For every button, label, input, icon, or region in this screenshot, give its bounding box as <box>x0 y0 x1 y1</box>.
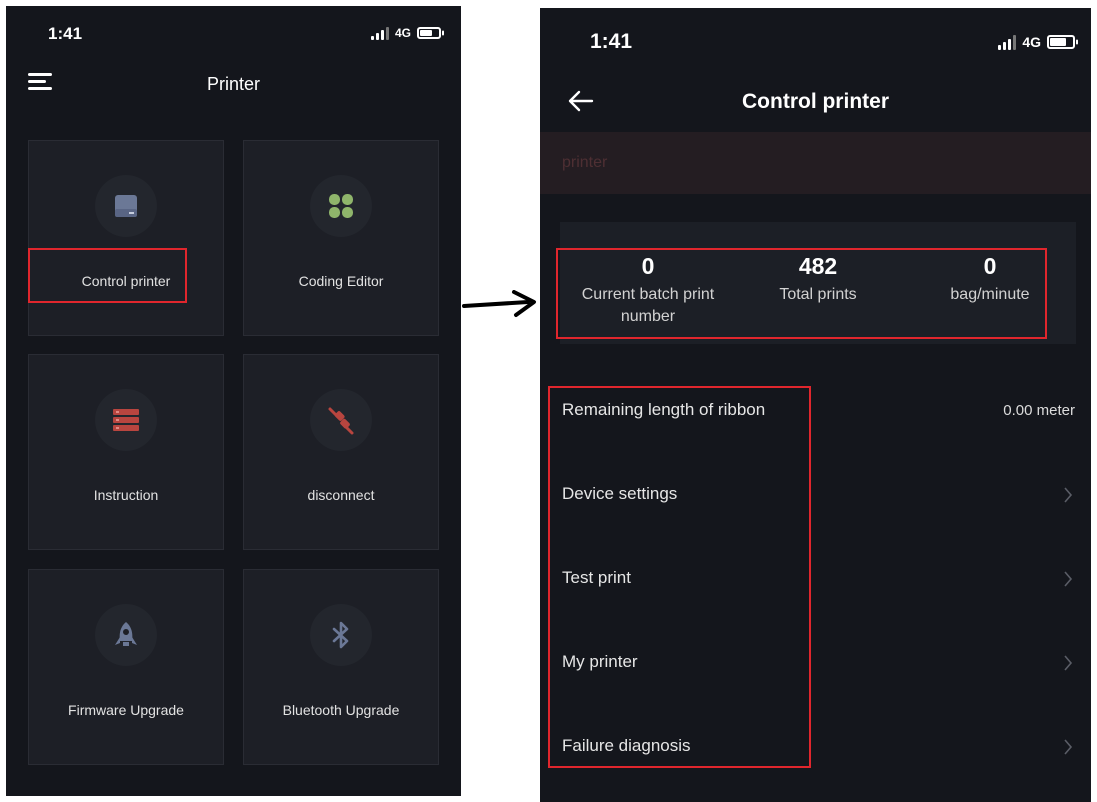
printer-home-screen: 1:41 4G Printer Control printer Coding E… <box>6 6 461 796</box>
battery-icon <box>417 27 444 39</box>
menu-label: Device settings <box>562 484 678 503</box>
page-title: Control printer <box>742 90 889 113</box>
tile-control-printer[interactable]: Control printer <box>28 140 224 336</box>
tile-coding-editor[interactable]: Coding Editor <box>243 140 439 336</box>
stat-value: 0 <box>983 253 997 279</box>
status-time: 1:41 <box>590 30 633 53</box>
menu-row-test-print[interactable]: Test print <box>540 538 1091 622</box>
stat-label: bag/minute <box>950 286 1030 303</box>
tile-firmware-upgrade[interactable]: Firmware Upgrade <box>28 569 224 765</box>
menu-label: Failure diagnosis <box>562 736 691 755</box>
tile-instruction[interactable]: Instruction <box>28 354 224 550</box>
tile-label: Instruction <box>93 487 159 503</box>
tile-label: Bluetooth Upgrade <box>282 702 400 718</box>
app-header: Control printer <box>540 80 1091 128</box>
menu-label: Remaining length of ribbon <box>562 400 766 419</box>
bluetooth-icon <box>310 604 372 666</box>
menu-row-ribbon-length: Remaining length of ribbon 0.00 meter <box>540 370 1091 454</box>
network-type: 4G <box>394 26 411 40</box>
list-icon <box>95 389 157 451</box>
battery-icon <box>1047 35 1078 49</box>
menu-row-device-settings[interactable]: Device settings <box>540 454 1091 538</box>
printer-name-bar[interactable]: printer <box>540 132 1091 194</box>
stat-value: 0 <box>641 253 655 279</box>
status-indicators: 4G <box>998 34 1078 50</box>
status-bar: 1:41 4G <box>6 6 461 62</box>
ribbon-length-value: 0.00 meter <box>1003 402 1075 419</box>
signal-icon <box>370 26 389 40</box>
stat-total-prints: 482 Total prints <box>736 252 900 306</box>
status-indicators: 4G <box>370 26 444 40</box>
control-printer-screen: 1:41 4G Control printer printer 0 Curren… <box>540 8 1091 802</box>
stat-label: Total prints <box>779 286 857 303</box>
chevron-right-icon <box>1064 487 1073 503</box>
stat-bags-per-minute: 0 bag/minute <box>922 252 1058 306</box>
chevron-right-icon <box>1064 655 1073 671</box>
stat-value: 482 <box>798 253 838 279</box>
tile-bluetooth-upgrade[interactable]: Bluetooth Upgrade <box>243 569 439 765</box>
rocket-icon <box>95 604 157 666</box>
tile-label: disconnect <box>307 487 375 503</box>
stat-label: Current batch print number <box>581 286 715 325</box>
signal-icon <box>998 34 1017 50</box>
app-header: Printer <box>6 62 461 118</box>
arrow-right-icon <box>462 290 536 317</box>
network-type: 4G <box>1022 34 1041 50</box>
tile-label: Control printer <box>81 273 171 289</box>
stat-current-batch: 0 Current batch print number <box>560 252 736 328</box>
tile-disconnect[interactable]: disconnect <box>243 354 439 550</box>
plug-icon <box>310 389 372 451</box>
chevron-right-icon <box>1064 739 1073 755</box>
printer-icon <box>95 175 157 237</box>
grid-icon <box>310 175 372 237</box>
menu-row-failure-diagnosis[interactable]: Failure diagnosis <box>540 706 1091 790</box>
tile-label: Firmware Upgrade <box>68 702 184 718</box>
chevron-right-icon <box>1064 571 1073 587</box>
status-bar: 1:41 4G <box>540 8 1091 64</box>
printer-name: printer <box>562 154 608 171</box>
status-time: 1:41 <box>48 24 83 43</box>
menu-row-my-printer[interactable]: My printer <box>540 622 1091 706</box>
menu-label: Test print <box>562 568 631 587</box>
menu-label: My printer <box>562 652 638 671</box>
tile-label: Coding Editor <box>298 273 384 289</box>
print-stats-card: 0 Current batch print number 482 Total p… <box>560 222 1076 344</box>
page-title: Printer <box>206 74 260 94</box>
